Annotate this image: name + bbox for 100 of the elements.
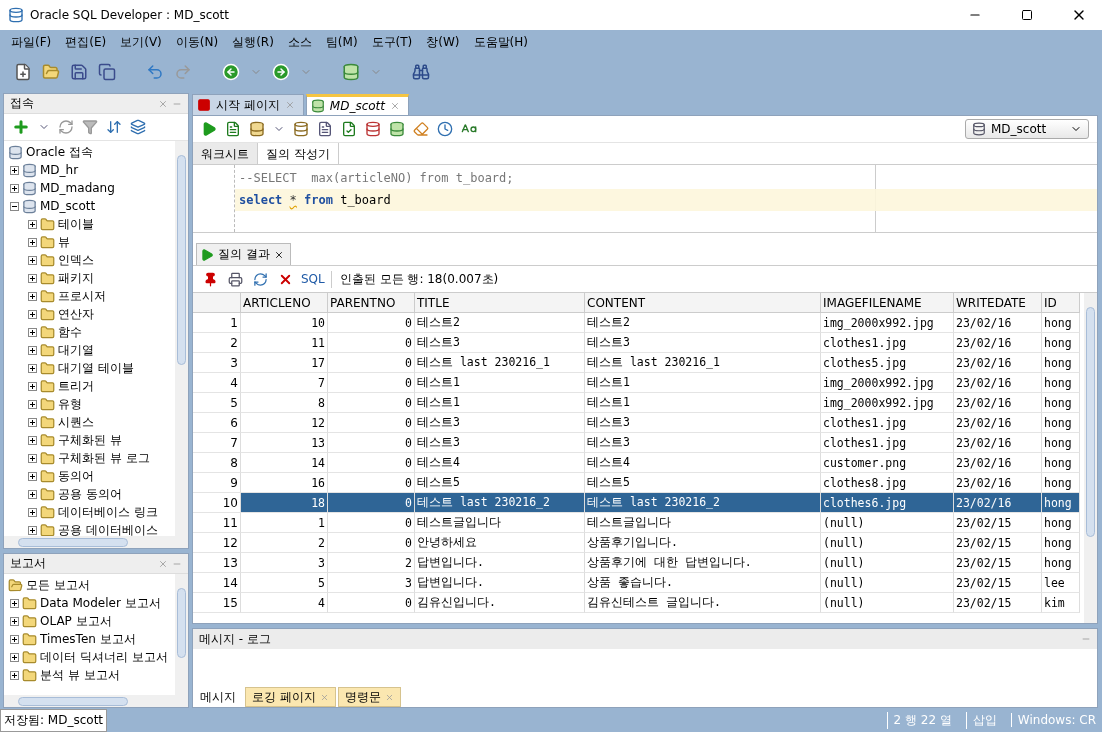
menu-item[interactable]: 편집(E): [58, 34, 114, 51]
forward-arrow-icon[interactable]: [270, 61, 292, 83]
column-header[interactable]: CONTENT: [585, 293, 821, 313]
tree-item[interactable]: 데이터 딕셔너리 보고서: [40, 648, 168, 666]
expand-toggle[interactable]: [10, 183, 19, 193]
tree-item[interactable]: 뷰: [58, 233, 70, 251]
menu-item[interactable]: 파일(F): [4, 34, 59, 51]
tree-item[interactable]: MD_scott: [40, 199, 96, 213]
tree-item[interactable]: 함수: [58, 323, 82, 341]
expand-toggle[interactable]: [28, 309, 37, 319]
expand-toggle[interactable]: [28, 471, 37, 481]
expand-toggle[interactable]: [28, 345, 37, 355]
log-tab[interactable]: 명령문: [337, 687, 401, 707]
eraser-icon[interactable]: [411, 119, 431, 139]
tree-item[interactable]: 프로시저: [58, 287, 106, 305]
refresh-icon[interactable]: [56, 117, 76, 137]
expand-toggle[interactable]: [28, 435, 37, 445]
tree-item[interactable]: MD_madang: [40, 181, 115, 195]
column-header[interactable]: ARTICLENO: [241, 293, 328, 313]
tree-item[interactable]: 공용 동의어: [58, 485, 122, 503]
expand-toggle[interactable]: [28, 489, 37, 499]
rollback-icon[interactable]: [363, 119, 383, 139]
tree-item[interactable]: 시퀀스: [58, 413, 94, 431]
menu-item[interactable]: 창(W): [419, 34, 467, 51]
tree-item[interactable]: 인덱스: [58, 251, 94, 269]
menu-item[interactable]: 실행(R): [225, 34, 281, 51]
menu-item[interactable]: 도구(T): [364, 34, 420, 51]
expand-toggle[interactable]: [28, 417, 37, 427]
expand-toggle[interactable]: [28, 291, 37, 301]
tree-item[interactable]: 동의어: [58, 467, 94, 485]
scrollbar[interactable]: [4, 536, 188, 548]
column-header[interactable]: ID: [1042, 293, 1080, 313]
tree-item[interactable]: 구체화된 뷰 로그: [58, 449, 150, 467]
column-header[interactable]: PARENTNO: [328, 293, 415, 313]
code-editor[interactable]: --SELECT max(articleNO) from t_board; select * from t_board: [235, 165, 1097, 232]
scrollbar[interactable]: [175, 574, 188, 695]
expand-toggle[interactable]: [28, 237, 37, 247]
tree-item[interactable]: Oracle 접속: [26, 143, 93, 161]
expand-toggle[interactable]: [28, 219, 37, 229]
sql-link[interactable]: SQL: [301, 272, 325, 286]
expand-toggle[interactable]: [28, 507, 37, 517]
table-cell: 테스트3: [585, 413, 821, 433]
database-icon[interactable]: [387, 119, 407, 139]
filter-icon[interactable]: [80, 117, 100, 137]
row-number: 9: [193, 473, 241, 493]
expand-toggle[interactable]: [10, 616, 19, 626]
expand-toggle[interactable]: [28, 453, 37, 463]
tree-item[interactable]: 패키지: [58, 269, 94, 287]
menu-item[interactable]: 보기(V): [113, 34, 169, 51]
column-header[interactable]: WRITEDATE: [954, 293, 1042, 313]
connection-select[interactable]: MD_scott: [965, 119, 1089, 139]
expand-toggle[interactable]: [10, 165, 19, 175]
tree-item[interactable]: 대기열 테이블: [58, 359, 134, 377]
tree-item[interactable]: 테이블: [58, 215, 94, 233]
database-icon[interactable]: [247, 119, 267, 139]
column-header[interactable]: TITLE: [415, 293, 585, 313]
tree-item[interactable]: 구체화된 뷰: [58, 431, 122, 449]
tree-item[interactable]: 대기열: [58, 341, 94, 359]
menu-item[interactable]: 팀(M): [318, 34, 365, 51]
log-tab[interactable]: 로깅 페이지: [245, 687, 336, 707]
editor-tab[interactable]: 시작 페이지: [192, 94, 304, 115]
expand-toggle[interactable]: [28, 525, 37, 535]
clock-icon[interactable]: [435, 119, 455, 139]
results-tab[interactable]: 질의 결과: [196, 243, 291, 265]
tree-item[interactable]: TimesTen 보고서: [40, 630, 136, 648]
expand-toggle[interactable]: [10, 598, 19, 608]
scrollbar[interactable]: [1084, 293, 1097, 623]
database-icon[interactable]: [291, 119, 311, 139]
editor-tab[interactable]: MD_scott: [305, 94, 410, 115]
back-arrow-icon[interactable]: [220, 61, 242, 83]
tree-item[interactable]: 데이터베이스 링크: [58, 503, 158, 521]
expand-toggle[interactable]: [28, 363, 37, 373]
expand-toggle[interactable]: [28, 399, 37, 409]
tree-item[interactable]: 연산자: [58, 305, 94, 323]
scrollbar[interactable]: [175, 141, 188, 536]
tree-item[interactable]: 모든 보고서: [26, 576, 90, 594]
expand-toggle[interactable]: [10, 652, 19, 662]
tree-item[interactable]: MD_hr: [40, 163, 79, 177]
maximize-icon[interactable]: [1021, 9, 1033, 21]
worksheet-tab[interactable]: 워크시트: [193, 143, 258, 164]
expand-toggle[interactable]: [10, 634, 19, 644]
tree-item[interactable]: 분석 뷰 보고서: [40, 666, 120, 684]
save-all-icon[interactable]: [96, 61, 118, 83]
tree-item[interactable]: Data Modeler 보고서: [40, 594, 161, 612]
menu-item[interactable]: 이동(N): [168, 34, 226, 51]
expand-toggle[interactable]: [10, 201, 19, 211]
tree-item[interactable]: OLAP 보고서: [40, 612, 112, 630]
expand-toggle[interactable]: [28, 273, 37, 283]
tree-item[interactable]: 공용 데이터베이스: [58, 521, 158, 536]
expand-toggle[interactable]: [28, 327, 37, 337]
expand-toggle[interactable]: [10, 670, 19, 680]
tree-item[interactable]: 트리거: [58, 377, 94, 395]
menu-item[interactable]: 소스: [280, 34, 319, 51]
menu-item[interactable]: 도움말(H): [466, 34, 535, 51]
scrollbar[interactable]: [4, 695, 188, 707]
column-header[interactable]: IMAGEFILENAME: [821, 293, 954, 313]
tree-item[interactable]: 유형: [58, 395, 82, 413]
expand-toggle[interactable]: [28, 381, 37, 391]
close-icon[interactable]: [273, 249, 284, 260]
expand-toggle[interactable]: [28, 255, 37, 265]
